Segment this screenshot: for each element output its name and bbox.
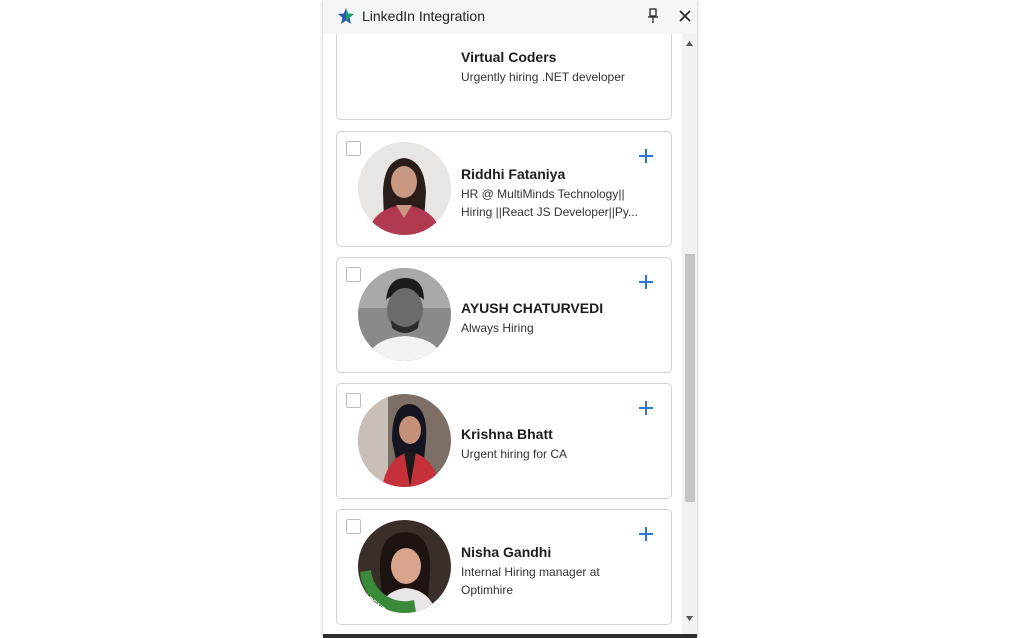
select-checkbox[interactable] bbox=[346, 141, 361, 156]
avatar: #OPENTOWORK bbox=[358, 520, 451, 613]
select-checkbox[interactable] bbox=[346, 393, 361, 408]
contact-card[interactable]: #OPENTOWORK Nisha Gandhi Internal Hiring… bbox=[336, 509, 672, 625]
contact-name: Virtual Coders bbox=[461, 49, 557, 65]
avatar bbox=[358, 268, 451, 361]
scroll-down-arrow-icon[interactable] bbox=[682, 611, 697, 626]
contact-list[interactable]: Virtual Coders Urgently hiring .NET deve… bbox=[323, 34, 697, 638]
title-bar: LinkedIn Integration bbox=[323, 0, 697, 34]
add-contact-button[interactable] bbox=[636, 398, 656, 418]
contact-card[interactable]: Krishna Bhatt Urgent hiring for CA bbox=[336, 383, 672, 499]
add-contact-button[interactable] bbox=[636, 272, 656, 292]
select-checkbox[interactable] bbox=[346, 519, 361, 534]
plus-icon bbox=[639, 401, 653, 415]
contact-headline: Always Hiring bbox=[461, 321, 534, 335]
panel-bottom-border bbox=[323, 634, 697, 638]
contact-name: Riddhi Fataniya bbox=[461, 166, 566, 182]
avatar bbox=[358, 142, 451, 235]
contact-card[interactable]: Riddhi Fataniya HR @ MultiMinds Technolo… bbox=[336, 131, 672, 247]
plus-icon bbox=[639, 527, 653, 541]
contact-headline-line: Optimhire bbox=[461, 583, 514, 597]
contact-headline: Urgently hiring .NET developer bbox=[461, 70, 625, 84]
window-title: LinkedIn Integration bbox=[362, 8, 485, 24]
add-contact-button[interactable] bbox=[636, 524, 656, 544]
contact-name: AYUSH CHATURVEDI bbox=[461, 300, 604, 316]
scroll-up-arrow-icon[interactable] bbox=[682, 36, 697, 51]
contact-card[interactable]: Virtual Coders Urgently hiring .NET deve… bbox=[336, 34, 672, 120]
contact-card[interactable]: AYUSH CHATURVEDI Always Hiring bbox=[336, 257, 672, 373]
pin-icon[interactable] bbox=[645, 7, 661, 25]
contact-headline: Urgent hiring for CA bbox=[461, 447, 568, 461]
select-checkbox[interactable] bbox=[346, 267, 361, 282]
linkedin-integration-star-icon bbox=[337, 7, 355, 25]
close-icon[interactable] bbox=[677, 8, 693, 24]
add-contact-button[interactable] bbox=[636, 146, 656, 166]
contact-name: Nisha Gandhi bbox=[461, 544, 552, 560]
linkedin-integration-panel: LinkedIn Integration Virtual Coders Urge… bbox=[323, 0, 697, 638]
contact-headline-line: Hiring ||React JS Developer||Py... bbox=[461, 205, 638, 219]
contact-headline-line: HR @ MultiMinds Technology|| bbox=[461, 187, 625, 201]
contact-headline-line: Internal Hiring manager at bbox=[461, 565, 600, 579]
contact-name: Krishna Bhatt bbox=[461, 426, 553, 442]
avatar bbox=[358, 394, 451, 487]
vertical-scrollbar[interactable] bbox=[682, 34, 697, 638]
scrollbar-thumb[interactable] bbox=[685, 254, 695, 502]
plus-icon bbox=[639, 149, 653, 163]
plus-icon bbox=[639, 275, 653, 289]
